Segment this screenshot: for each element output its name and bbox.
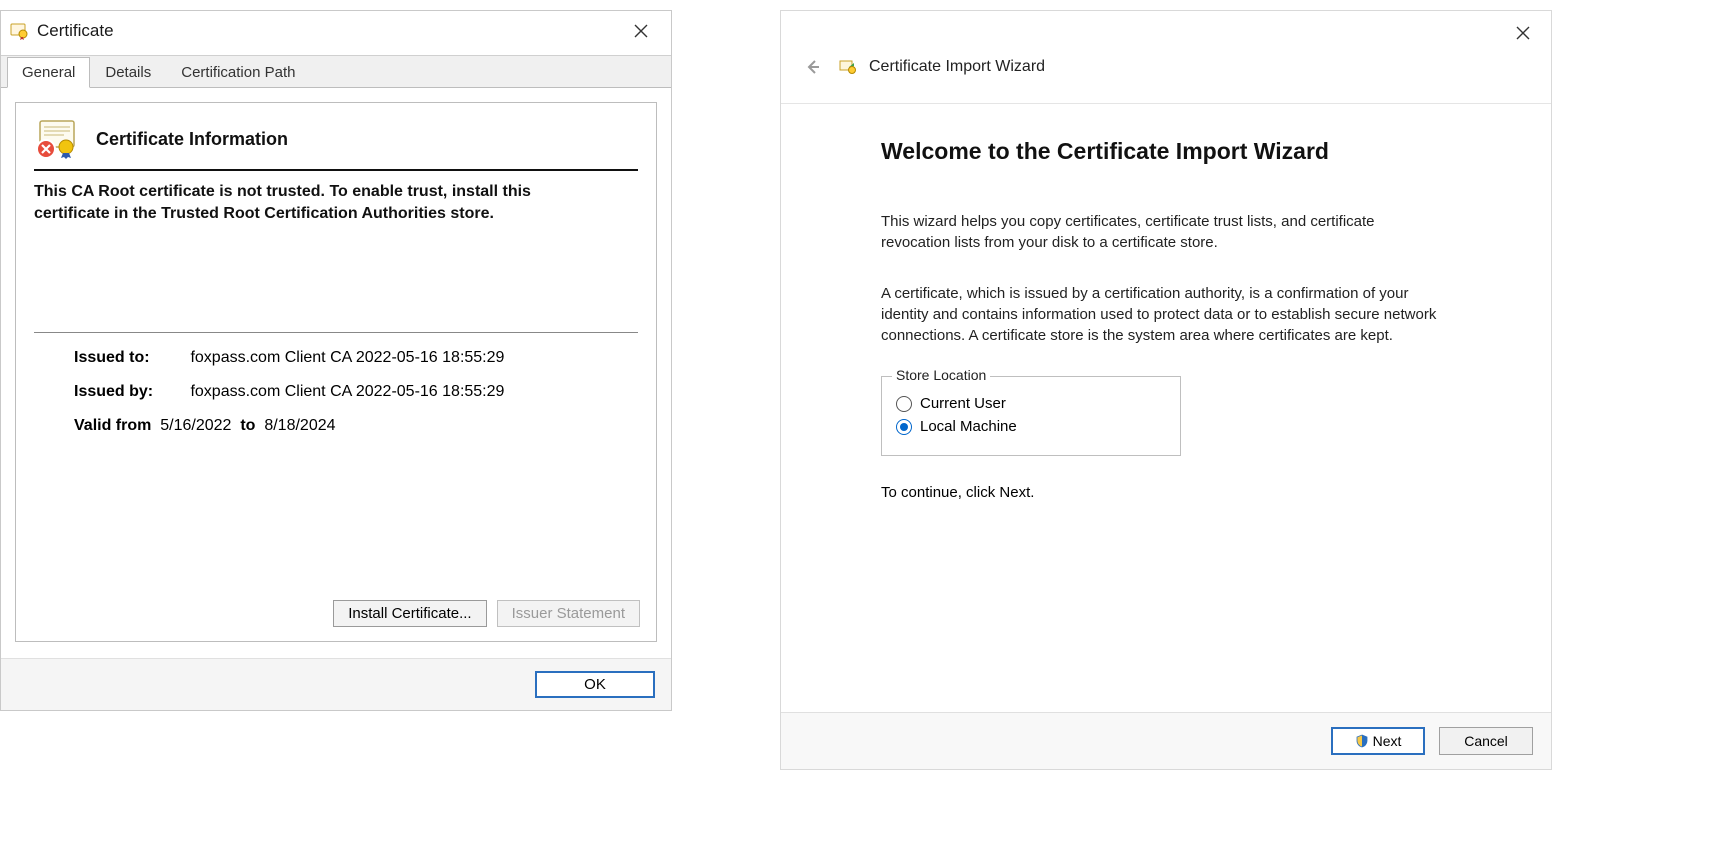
radio-local-machine-label: Local Machine <box>920 418 1017 435</box>
radio-current-user-label: Current User <box>920 395 1006 412</box>
valid-from-value: 5/16/2022 <box>160 417 231 434</box>
issued-to-label: Issued to: <box>74 349 186 367</box>
back-button[interactable] <box>801 55 825 79</box>
certificate-info-header: Certificate Information <box>34 119 638 159</box>
wizard-header-title: Certificate Import Wizard <box>869 58 1045 76</box>
valid-from-label: Valid from <box>74 417 151 434</box>
divider <box>34 332 638 333</box>
store-location-fieldset: Store Location Current User Local Machin… <box>881 376 1181 456</box>
certificate-info-title: Certificate Information <box>96 129 288 150</box>
certificate-dialog: Certificate General Details Certificatio… <box>0 10 672 711</box>
cancel-button[interactable]: Cancel <box>1439 727 1533 755</box>
valid-to-value: 8/18/2024 <box>264 417 335 434</box>
close-button[interactable] <box>1503 19 1543 47</box>
wizard-body: Welcome to the Certificate Import Wizard… <box>781 104 1551 521</box>
close-button[interactable] <box>621 17 661 45</box>
issued-by-label: Issued by: <box>74 383 186 401</box>
ok-button[interactable]: OK <box>535 671 655 698</box>
issued-by-row: Issued by: foxpass.com Client CA 2022-05… <box>74 383 638 401</box>
issued-by-value: foxpass.com Client CA 2022-05-16 18:55:2… <box>190 383 504 400</box>
next-button-label: Next <box>1373 733 1402 749</box>
arrow-left-icon <box>804 58 822 76</box>
install-certificate-button[interactable]: Install Certificate... <box>333 600 486 627</box>
import-wizard-dialog: Certificate Import Wizard Welcome to the… <box>780 10 1552 770</box>
certificate-error-icon <box>34 119 82 159</box>
wizard-header: Certificate Import Wizard <box>781 11 1551 104</box>
trust-warning-text: This CA Root certificate is not trusted.… <box>34 181 594 224</box>
certificate-window-title: Certificate <box>37 21 114 41</box>
wizard-footer: Next Cancel <box>781 712 1551 769</box>
valid-range-row: Valid from 5/16/2022 to 8/18/2024 <box>74 417 638 435</box>
radio-icon <box>896 396 912 412</box>
wizard-paragraph-2: A certificate, which is issued by a cert… <box>881 283 1441 346</box>
tab-certification-path[interactable]: Certification Path <box>166 57 310 87</box>
radio-current-user[interactable]: Current User <box>896 395 1166 412</box>
store-location-legend: Store Location <box>892 367 990 383</box>
close-icon <box>1516 26 1530 40</box>
certificate-titlebar: Certificate <box>1 11 671 55</box>
cert-panel-buttons: Install Certificate... Issuer Statement <box>333 600 640 627</box>
issuer-statement-button: Issuer Statement <box>497 600 640 627</box>
divider <box>34 169 638 171</box>
close-icon <box>634 24 648 38</box>
wizard-header-icon <box>837 57 857 77</box>
issued-to-row: Issued to: foxpass.com Client CA 2022-05… <box>74 349 638 367</box>
certificate-footer: OK <box>1 658 671 710</box>
tab-details[interactable]: Details <box>90 57 166 87</box>
tab-strip: General Details Certification Path <box>1 55 671 87</box>
wizard-welcome-title: Welcome to the Certificate Import Wizard <box>881 138 1511 165</box>
tab-general[interactable]: General <box>7 57 90 88</box>
certificate-info-panel: Certificate Information This CA Root cer… <box>15 102 657 642</box>
next-button[interactable]: Next <box>1331 727 1425 755</box>
tab-body: Certificate Information This CA Root cer… <box>1 87 671 658</box>
radio-local-machine[interactable]: Local Machine <box>896 418 1166 435</box>
radio-icon <box>896 419 912 435</box>
issued-to-value: foxpass.com Client CA 2022-05-16 18:55:2… <box>190 349 504 366</box>
wizard-paragraph-1: This wizard helps you copy certificates,… <box>881 211 1441 253</box>
continue-hint: To continue, click Next. <box>881 484 1511 501</box>
certificate-window-icon <box>9 21 29 41</box>
shield-icon <box>1355 734 1369 748</box>
valid-to-label: to <box>240 417 255 434</box>
